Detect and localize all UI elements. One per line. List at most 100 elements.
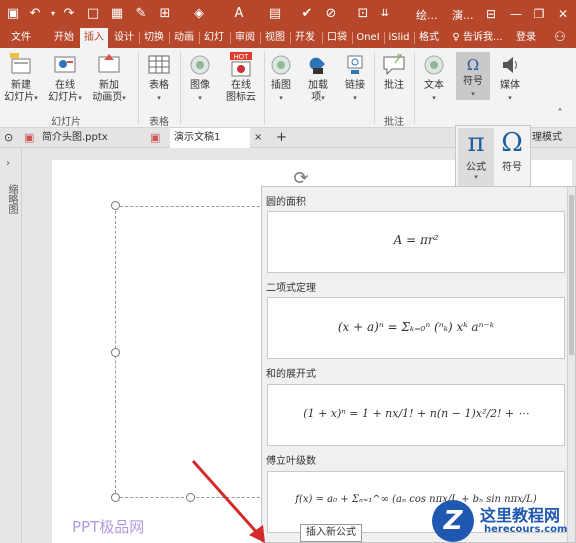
omega-large-icon: Ω xyxy=(501,128,523,158)
gallery-scrollbar[interactable] xyxy=(567,187,575,542)
link-icon xyxy=(347,55,363,74)
link-button[interactable]: 链接 ▾ xyxy=(340,52,370,104)
add-tab-icon[interactable]: + xyxy=(276,128,288,148)
new-slide-button[interactable]: 新建 幻灯片▾ xyxy=(2,52,40,104)
format-painter-icon[interactable]: ✔ xyxy=(298,5,316,23)
paste-icon[interactable]: ▤ xyxy=(266,5,284,23)
tab-animations[interactable]: 动画 xyxy=(170,28,198,48)
tab-home[interactable]: 开始 xyxy=(50,28,78,48)
gallery-item-title: 和的展开式 xyxy=(266,369,316,380)
table-icon xyxy=(148,55,170,74)
tab-developer[interactable]: 开发 xyxy=(291,28,319,48)
svg-text:HOT: HOT xyxy=(234,54,250,61)
illustration-button[interactable]: 插图 ▾ xyxy=(266,52,296,104)
tab-transitions[interactable]: 切换 xyxy=(140,28,168,48)
text-button[interactable]: 文本 ▾ xyxy=(418,52,450,104)
formula-text: (1 + x)ⁿ = 1 + nx/1! + n(n − 1)x²/2! + ⋯ xyxy=(303,407,529,420)
tab-insert[interactable]: 插入 xyxy=(80,28,108,48)
shape-icon[interactable]: ⊘ xyxy=(322,5,340,23)
logo-name: 这里教程网 xyxy=(480,506,561,525)
ribbon-display-icon[interactable]: ⊟ xyxy=(480,3,502,25)
table-button[interactable]: 表格 ▾ xyxy=(142,52,176,104)
tab-slideshow[interactable]: 幻灯 xyxy=(200,28,228,48)
expand-pane-icon[interactable]: › xyxy=(6,158,10,169)
tell-me-box[interactable]: 告诉我... xyxy=(463,28,507,48)
redo-icon[interactable]: ↷ xyxy=(60,5,78,23)
tab-design[interactable]: 设计 xyxy=(110,28,138,48)
save-icon[interactable]: ▣ xyxy=(4,5,22,23)
close-tab-icon[interactable]: × xyxy=(254,128,266,148)
tab-view[interactable]: 视图 xyxy=(261,28,289,48)
resize-handle[interactable] xyxy=(111,201,120,210)
align-icon[interactable]: ⊞ xyxy=(156,5,174,23)
online-slide-button[interactable]: 在线 幻灯片▾ xyxy=(44,52,86,104)
view-mode-label[interactable]: 理模式 xyxy=(532,128,576,148)
resize-handle[interactable] xyxy=(111,493,120,502)
eyedropper-icon[interactable]: ✎ xyxy=(132,5,150,23)
symbols-popup: π 公式 ▾ Ω 符号 xyxy=(455,125,531,187)
group-comments: 批注 xyxy=(384,117,404,128)
collapse-ribbon-button[interactable]: ˄ xyxy=(548,108,572,120)
equation-button[interactable]: π 公式 ▾ xyxy=(458,128,494,186)
logo-url: herecours.com xyxy=(484,524,568,535)
undo-icon[interactable]: ↶ xyxy=(26,5,44,23)
watermark: PPT极品网 xyxy=(72,518,145,536)
equation-gallery: 圆的面积 A = πr² 二项式定理 (x + a)ⁿ = Σₖ₌₀ⁿ (ⁿₖ)… xyxy=(261,186,576,543)
lightbulb-icon: ♀ xyxy=(452,32,460,43)
symbol-button[interactable]: Ω 符号 ▾ xyxy=(456,52,490,100)
thumbnail-pane: › 缩略图 xyxy=(0,148,22,543)
ribbon: 新建 幻灯片▾ 在线 幻灯片▾ 新加 动画页▾ 幻灯片 表格 ▾ 表格 图像 ▾ H… xyxy=(0,48,576,128)
addins-button[interactable]: 加载 项▾ xyxy=(302,52,334,104)
image-icon xyxy=(190,55,210,75)
illustration-icon xyxy=(271,55,291,75)
sign-in-link[interactable]: 登录 xyxy=(512,28,540,48)
online-icon-cloud-icon: HOT xyxy=(230,52,252,77)
logo-emblem-icon: Z xyxy=(432,500,474,542)
doc-tab-1[interactable]: 简介头图.pptx xyxy=(42,128,142,148)
comment-button[interactable]: 批注 xyxy=(378,52,410,92)
doc-tab-2[interactable]: 演示文稿1 xyxy=(170,128,250,148)
tab-islide[interactable]: iSlid xyxy=(385,28,413,48)
screenshot-icon[interactable]: ⊡ xyxy=(354,5,372,23)
recent-icon[interactable]: ⊙ xyxy=(4,128,18,148)
site-logo: Z 这里教程网 herecours.com xyxy=(432,498,576,543)
symbol-popup-button[interactable]: Ω 符号 xyxy=(494,128,530,178)
equation-area-of-circle[interactable]: A = πr² xyxy=(267,211,565,273)
fill-color-icon[interactable]: ◈ xyxy=(190,5,208,23)
window-title: 绘... xyxy=(416,9,438,22)
equation-binomial-theorem[interactable]: (x + a)ⁿ = Σₖ₌₀ⁿ (ⁿₖ) xᵏ aⁿ⁻ᵏ xyxy=(267,297,565,359)
new-doc-icon[interactable]: □ xyxy=(84,5,102,23)
equation-expansion-of-sum[interactable]: (1 + x)ⁿ = 1 + nx/1! + n(n − 1)x²/2! + ⋯ xyxy=(267,384,565,446)
online-slide-icon xyxy=(54,56,76,73)
share-icon[interactable]: ⚇ xyxy=(548,28,572,48)
tab-review[interactable]: 审阅 xyxy=(231,28,259,48)
group-tables: 表格 xyxy=(149,117,169,128)
minimize-icon[interactable]: — xyxy=(505,3,527,25)
image-button[interactable]: 图像 ▾ xyxy=(184,52,216,104)
close-icon[interactable]: ✕ xyxy=(552,3,574,25)
customize-qa-icon[interactable]: ⇊ xyxy=(376,5,394,23)
formula-text: A = πr² xyxy=(393,233,439,247)
addins-icon xyxy=(309,57,325,74)
media-button[interactable]: 媒体 ▾ xyxy=(494,52,526,104)
thumbnail-label[interactable]: 缩略图 xyxy=(5,184,17,214)
red-arrow-annotation xyxy=(191,460,265,543)
font-color-icon[interactable]: A xyxy=(230,5,248,23)
grid-icon[interactable]: ▦ xyxy=(108,5,126,23)
tab-format[interactable]: 格式 xyxy=(415,28,443,48)
ribbon-tabs: 文件 开始 插入 设计 切换 动画 幻灯 审阅 视图 开发 口袋 OneI iS… xyxy=(0,28,576,48)
tab-file[interactable]: 文件 xyxy=(6,28,36,48)
insert-new-equation-tooltip: 插入新公式 xyxy=(300,524,362,542)
scrollbar-thumb[interactable] xyxy=(569,195,574,355)
new-animation-page-button[interactable]: 新加 动画页▾ xyxy=(88,52,130,104)
online-icon-button[interactable]: HOT 在线 图标云 xyxy=(220,52,262,104)
tab-pocket[interactable]: 口袋 xyxy=(323,28,351,48)
restore-icon[interactable]: ❐ xyxy=(528,3,550,25)
omega-icon: Ω xyxy=(466,56,480,74)
ppt-file-icon: ▣ xyxy=(24,131,35,144)
formula-text: (x + a)ⁿ = Σₖ₌₀ⁿ (ⁿₖ) xᵏ aⁿ⁻ᵏ xyxy=(337,320,495,334)
new-slide-icon xyxy=(10,53,31,74)
resize-handle[interactable] xyxy=(111,348,120,357)
tab-onenote[interactable]: OneI xyxy=(353,28,383,48)
group-slides: 幻灯片 xyxy=(51,117,81,128)
